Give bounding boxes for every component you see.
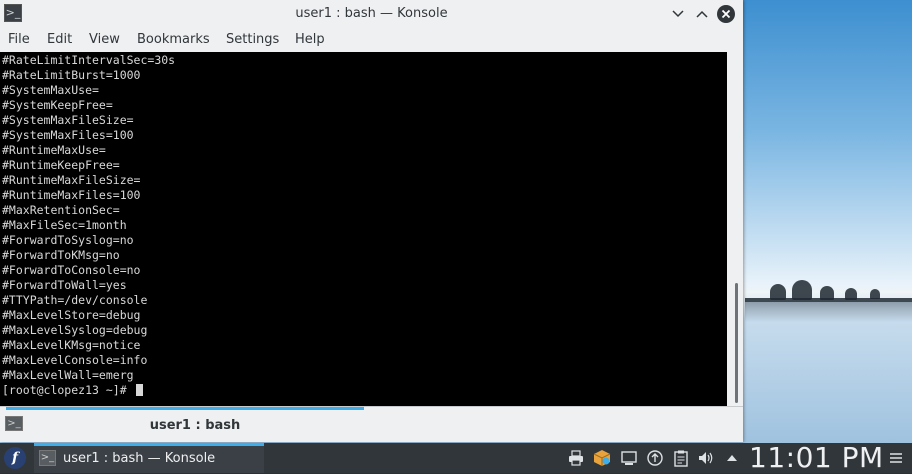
wallpaper-tree <box>845 288 857 300</box>
clipboard-icon[interactable] <box>672 449 690 467</box>
speaker-icon <box>699 452 713 464</box>
terminal-output[interactable]: #RateLimitIntervalSec=30s #RateLimitBurs… <box>0 52 727 406</box>
terminal-line: #ForwardToConsole=no <box>2 263 141 277</box>
terminal-icon: >_ <box>39 450 56 466</box>
wallpaper-tree <box>820 286 834 300</box>
terminal-line: #MaxLevelConsole=info <box>2 353 148 367</box>
wallpaper-tree <box>770 284 786 300</box>
task-active-indicator <box>34 443 264 446</box>
terminal-line: #MaxLevelStore=debug <box>2 308 141 322</box>
task-konsole[interactable]: >_ user1 : bash — Konsole <box>34 443 264 473</box>
printer-icon[interactable] <box>567 449 585 467</box>
printer-icon <box>569 450 583 466</box>
volume-icon[interactable] <box>697 449 715 467</box>
terminal-prompt-line[interactable]: [root@clopez13 ~]# <box>2 383 143 398</box>
close-icon <box>721 9 731 19</box>
menu-settings[interactable]: Settings <box>226 32 279 47</box>
device-notifier-icon[interactable] <box>620 449 638 467</box>
wallpaper-tree <box>792 280 812 300</box>
terminal-line: #RuntimeMaxUse= <box>2 143 106 157</box>
close-button[interactable] <box>717 5 735 23</box>
device-icon <box>621 451 637 465</box>
text-cursor <box>135 384 143 396</box>
wallpaper-tree <box>870 289 880 299</box>
active-tab-indicator <box>6 407 364 410</box>
terminal-line: #SystemMaxUse= <box>2 83 99 97</box>
menu-edit[interactable]: Edit <box>47 32 72 47</box>
terminal-line: #RuntimeMaxFiles=100 <box>2 188 141 202</box>
window-title: user1 : bash — Konsole <box>295 6 448 21</box>
task-label: user1 : bash — Konsole <box>63 451 216 466</box>
terminal-line: #SystemKeepFree= <box>2 98 113 112</box>
title-bar[interactable]: >_ user1 : bash — Konsole <box>0 0 743 28</box>
digital-clock[interactable]: 11:01 PM <box>749 443 884 473</box>
panel-menu-button[interactable] <box>888 450 904 466</box>
chevron-down-icon <box>672 10 684 18</box>
chevron-up-icon <box>727 455 737 461</box>
konsole-window: >_ user1 : bash — Konsole File Edit View… <box>0 0 743 442</box>
upload-icon <box>647 450 663 466</box>
tab-user1-bash[interactable]: user1 : bash <box>0 418 390 433</box>
clipboard-icon <box>674 450 688 467</box>
menu-bookmarks[interactable]: Bookmarks <box>137 32 210 47</box>
terminal-line: #MaxLevelWall=emerg <box>2 368 134 382</box>
terminal-line: #MaxLevelSyslog=debug <box>2 323 148 337</box>
terminal-line: #RateLimitIntervalSec=30s <box>2 53 176 67</box>
package-updates-icon[interactable] <box>593 449 611 467</box>
maximize-button[interactable] <box>693 5 711 23</box>
tab-bar: >_ user1 : bash <box>0 406 743 442</box>
terminal-line: #ForwardToKMsg=no <box>2 248 120 262</box>
hamburger-icon <box>890 453 902 463</box>
menu-bar: File Edit View Bookmarks Settings Help <box>0 28 743 52</box>
terminal-line: #MaxFileSec=1month <box>2 218 127 232</box>
terminal-line: #MaxRetentionSec= <box>2 203 120 217</box>
menu-file[interactable]: File <box>8 32 30 47</box>
terminal-line: #ForwardToWall=yes <box>2 278 127 292</box>
menu-view[interactable]: View <box>89 32 120 47</box>
minimize-button[interactable] <box>669 5 687 23</box>
wallpaper-reflection <box>745 302 912 322</box>
terminal-line: #ForwardToSyslog=no <box>2 233 134 247</box>
scrollbar-thumb[interactable] <box>735 283 738 403</box>
menu-help[interactable]: Help <box>295 32 325 47</box>
package-icon <box>593 450 611 466</box>
shell-prompt: [root@clopez13 ~]# <box>2 383 134 397</box>
terminal-line: #SystemMaxFileSize= <box>2 113 134 127</box>
terminal-line: #RuntimeMaxFileSize= <box>2 173 141 187</box>
terminal-line: #TTYPath=/dev/console <box>2 293 148 307</box>
tray-expand-button[interactable] <box>723 449 741 467</box>
terminal-line: #MaxLevelKMsg=notice <box>2 338 141 352</box>
chevron-up-icon <box>696 10 708 18</box>
fedora-launcher-icon[interactable]: f <box>4 447 26 469</box>
terminal-line: #RateLimitBurst=1000 <box>2 68 141 82</box>
terminal-line: #RuntimeKeepFree= <box>2 158 120 172</box>
terminal-line: #SystemMaxFiles=100 <box>2 128 134 142</box>
update-notifier-icon[interactable] <box>646 449 664 467</box>
taskbar-panel: f >_ user1 : bash — Konsole 11:01 PM <box>0 443 912 473</box>
